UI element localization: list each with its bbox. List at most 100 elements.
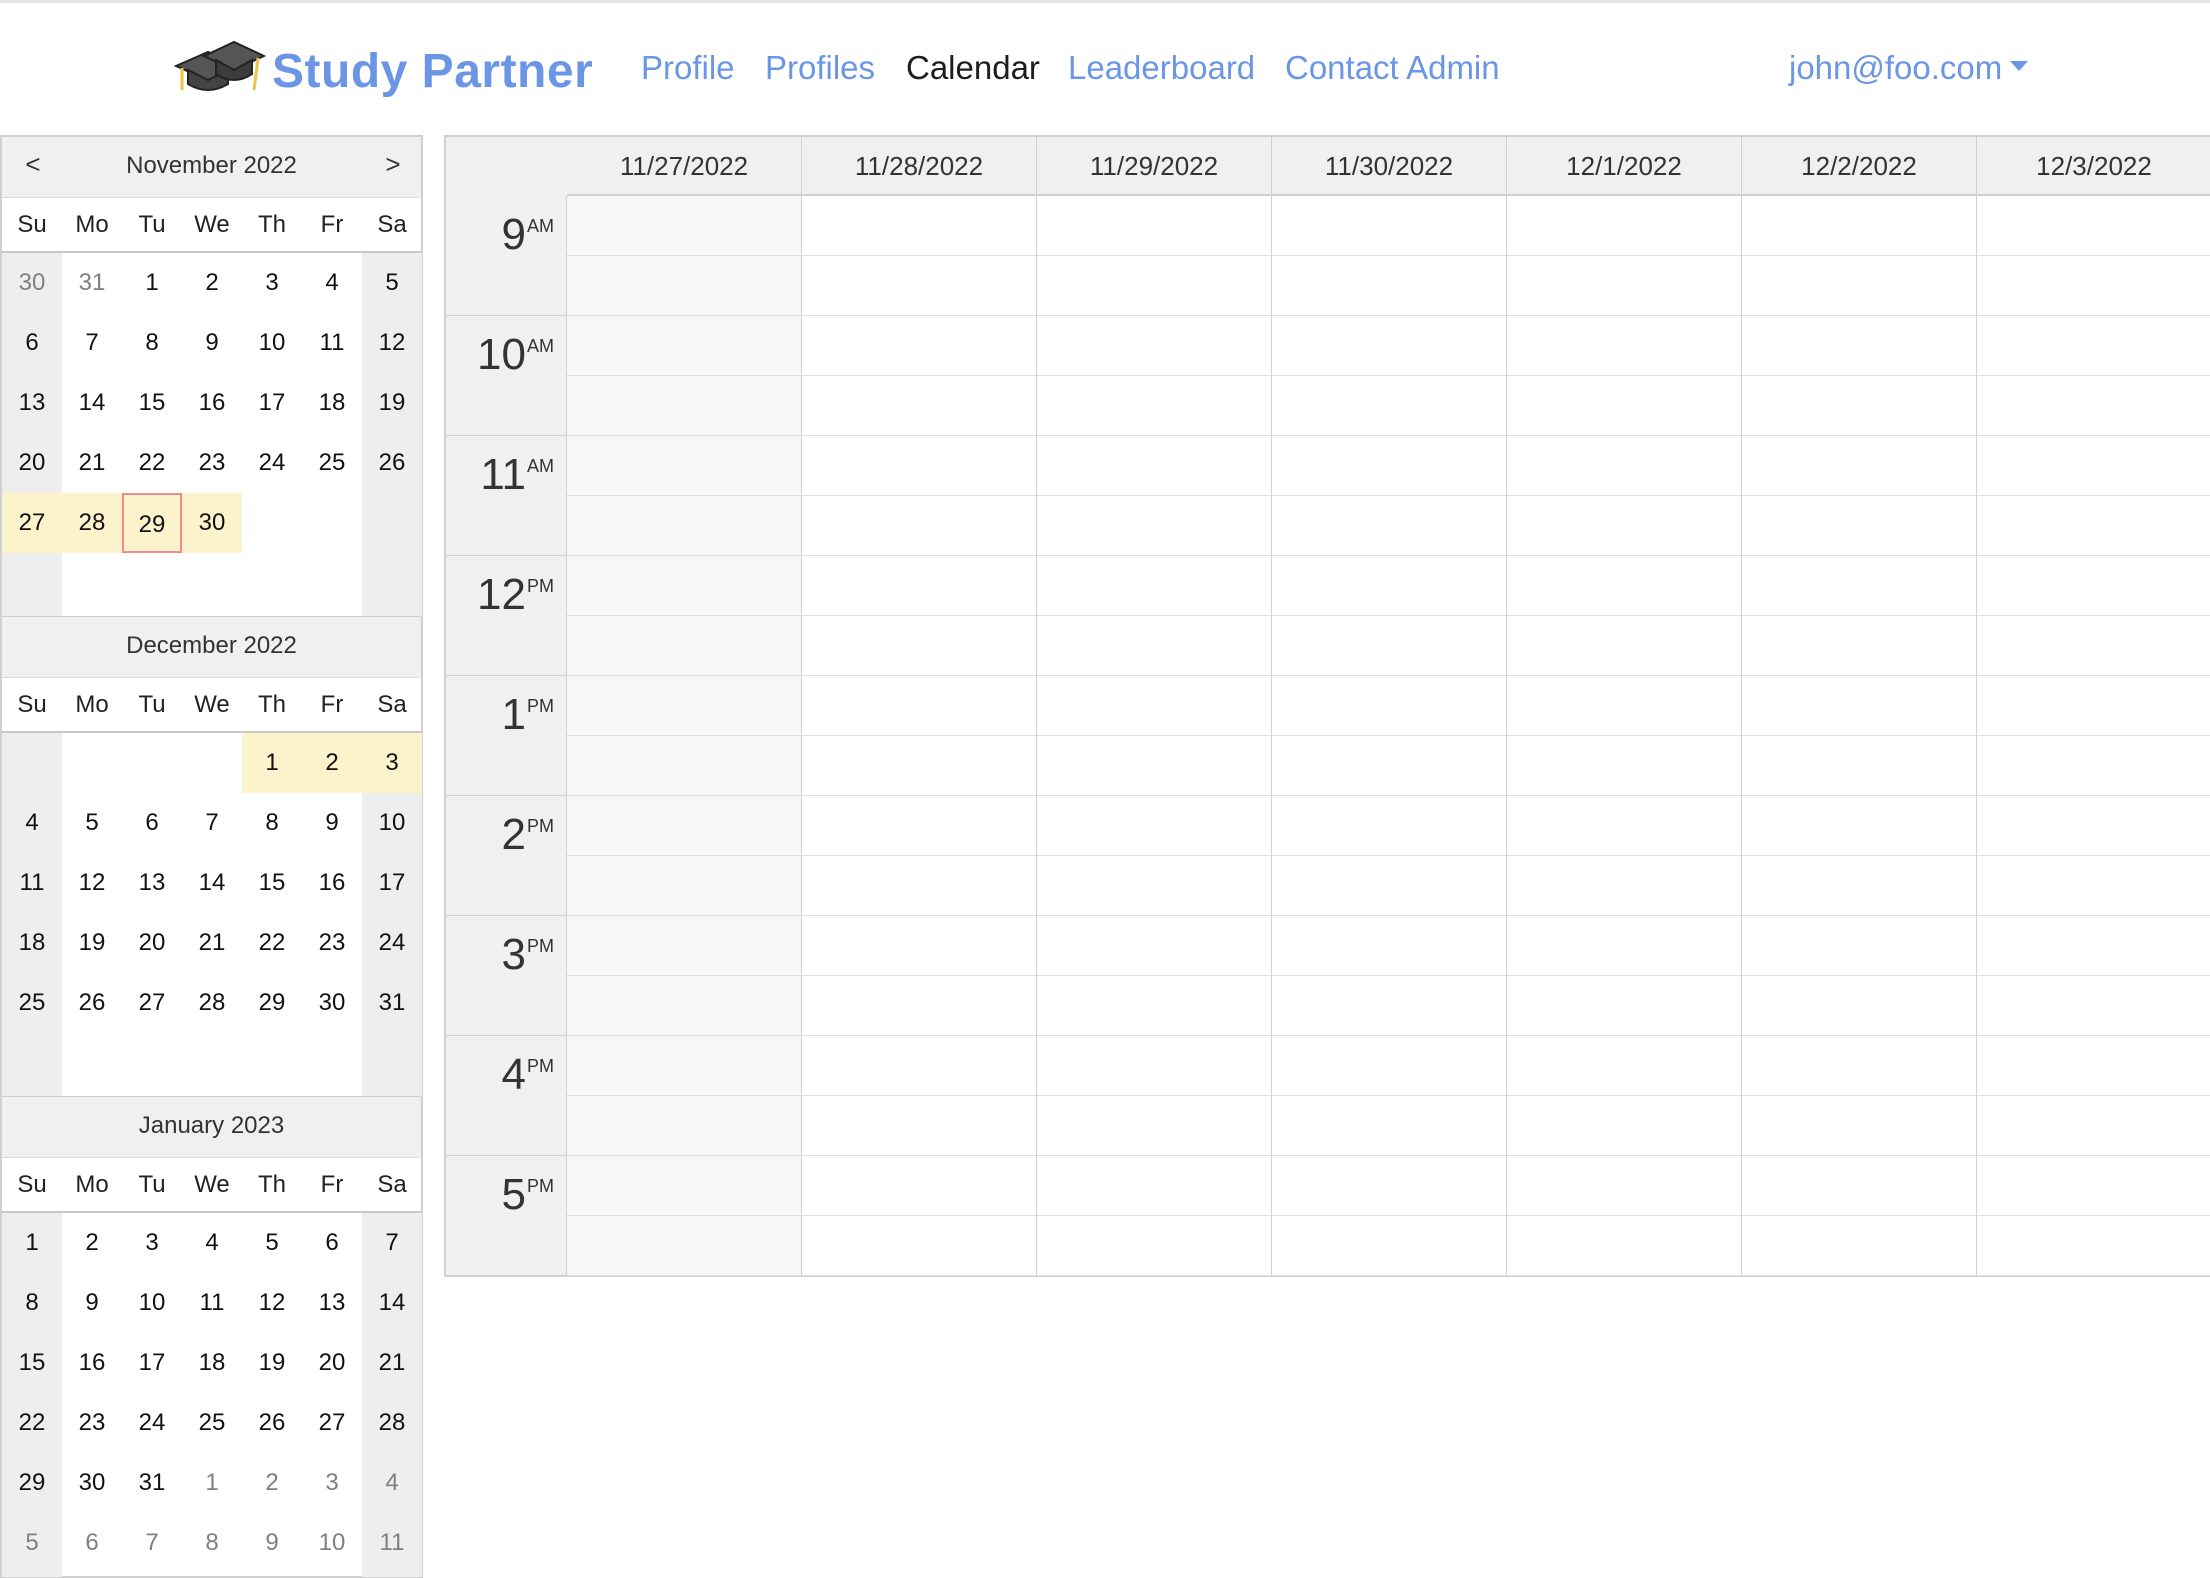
day-cell[interactable]: 13: [302, 1273, 362, 1333]
day-cell[interactable]: 17: [362, 853, 422, 913]
day-cell[interactable]: 21: [182, 913, 242, 973]
time-slot[interactable]: [1272, 976, 1507, 1036]
time-slot[interactable]: [1507, 316, 1742, 376]
time-slot[interactable]: [1272, 1216, 1507, 1276]
day-cell[interactable]: 4: [362, 1453, 422, 1513]
day-cell[interactable]: 3: [362, 733, 422, 793]
time-slot[interactable]: [1742, 316, 1977, 376]
time-slot[interactable]: [1742, 556, 1977, 616]
brand[interactable]: Study Partner: [173, 36, 593, 106]
time-slot[interactable]: [1272, 496, 1507, 556]
time-slot[interactable]: [1977, 1156, 2210, 1216]
day-cell[interactable]: 12: [362, 313, 422, 373]
day-cell[interactable]: 31: [122, 1453, 182, 1513]
day-cell[interactable]: 7: [62, 313, 122, 373]
day-cell[interactable]: 18: [302, 373, 362, 433]
time-slot[interactable]: [567, 856, 802, 916]
day-cell[interactable]: 15: [122, 373, 182, 433]
day-cell[interactable]: 22: [122, 433, 182, 493]
time-slot[interactable]: [567, 736, 802, 796]
day-cell[interactable]: 23: [62, 1393, 122, 1453]
day-cell[interactable]: 8: [122, 313, 182, 373]
time-slot[interactable]: [1037, 436, 1272, 496]
day-cell[interactable]: 6: [122, 793, 182, 853]
time-slot[interactable]: [1742, 856, 1977, 916]
time-slot[interactable]: [567, 256, 802, 316]
day-cell[interactable]: 15: [242, 853, 302, 913]
time-slot[interactable]: [1037, 1156, 1272, 1216]
day-cell[interactable]: 7: [122, 1513, 182, 1573]
time-slot[interactable]: [1507, 976, 1742, 1036]
day-cell[interactable]: 14: [62, 373, 122, 433]
day-cell[interactable]: 24: [362, 913, 422, 973]
time-slot[interactable]: [1742, 496, 1977, 556]
time-slot[interactable]: [567, 1096, 802, 1156]
day-cell[interactable]: 23: [182, 433, 242, 493]
time-slot[interactable]: [1037, 1216, 1272, 1276]
time-slot[interactable]: [802, 976, 1037, 1036]
day-cell[interactable]: 2: [182, 253, 242, 313]
time-slot[interactable]: [1272, 616, 1507, 676]
time-slot[interactable]: [802, 916, 1037, 976]
day-cell[interactable]: 19: [242, 1333, 302, 1393]
day-cell[interactable]: 3: [122, 1213, 182, 1273]
day-cell[interactable]: 7: [182, 793, 242, 853]
time-slot[interactable]: [1037, 1096, 1272, 1156]
time-slot[interactable]: [1272, 1156, 1507, 1216]
time-slot[interactable]: [1037, 256, 1272, 316]
time-slot[interactable]: [1037, 976, 1272, 1036]
time-slot[interactable]: [1977, 796, 2210, 856]
day-cell[interactable]: 19: [362, 373, 422, 433]
time-slot[interactable]: [1507, 496, 1742, 556]
time-slot[interactable]: [1742, 676, 1977, 736]
day-cell[interactable]: 5: [242, 1213, 302, 1273]
nav-link-profiles[interactable]: Profiles: [765, 49, 875, 87]
day-cell[interactable]: 4: [2, 793, 62, 853]
time-slot[interactable]: [1507, 916, 1742, 976]
time-slot[interactable]: [1977, 556, 2210, 616]
day-cell[interactable]: 5: [2, 1513, 62, 1573]
day-cell[interactable]: 10: [302, 1513, 362, 1573]
day-cell[interactable]: 20: [302, 1333, 362, 1393]
day-cell[interactable]: 13: [2, 373, 62, 433]
day-cell[interactable]: 9: [242, 1513, 302, 1573]
time-slot[interactable]: [802, 1156, 1037, 1216]
time-slot[interactable]: [802, 1216, 1037, 1276]
time-slot[interactable]: [567, 616, 802, 676]
nav-link-contact-admin[interactable]: Contact Admin: [1285, 49, 1500, 87]
time-slot[interactable]: [1977, 916, 2210, 976]
time-slot[interactable]: [567, 196, 802, 256]
time-slot[interactable]: [1742, 736, 1977, 796]
time-slot[interactable]: [802, 436, 1037, 496]
day-cell[interactable]: 14: [362, 1273, 422, 1333]
day-cell[interactable]: 30: [302, 973, 362, 1033]
time-slot[interactable]: [1742, 436, 1977, 496]
time-slot[interactable]: [1037, 316, 1272, 376]
time-slot[interactable]: [1272, 376, 1507, 436]
time-slot[interactable]: [567, 376, 802, 436]
day-cell[interactable]: 30: [182, 493, 242, 553]
day-cell[interactable]: 22: [2, 1393, 62, 1453]
day-cell[interactable]: 5: [362, 253, 422, 313]
day-cell[interactable]: 4: [302, 253, 362, 313]
day-cell[interactable]: 25: [302, 433, 362, 493]
day-cell[interactable]: 30: [2, 253, 62, 313]
day-cell[interactable]: 12: [242, 1273, 302, 1333]
day-cell[interactable]: 6: [302, 1213, 362, 1273]
day-cell[interactable]: 14: [182, 853, 242, 913]
day-cell[interactable]: 23: [302, 913, 362, 973]
day-cell[interactable]: 3: [242, 253, 302, 313]
day-cell[interactable]: 28: [362, 1393, 422, 1453]
day-cell[interactable]: 6: [62, 1513, 122, 1573]
time-slot[interactable]: [567, 976, 802, 1036]
day-cell[interactable]: 8: [242, 793, 302, 853]
day-cell[interactable]: 31: [362, 973, 422, 1033]
day-cell[interactable]: 2: [242, 1453, 302, 1513]
day-cell[interactable]: 18: [182, 1333, 242, 1393]
time-slot[interactable]: [567, 436, 802, 496]
time-slot[interactable]: [1272, 196, 1507, 256]
day-cell[interactable]: 27: [2, 493, 62, 553]
time-slot[interactable]: [1272, 1036, 1507, 1096]
day-cell[interactable]: 9: [62, 1273, 122, 1333]
time-slot[interactable]: [1977, 256, 2210, 316]
